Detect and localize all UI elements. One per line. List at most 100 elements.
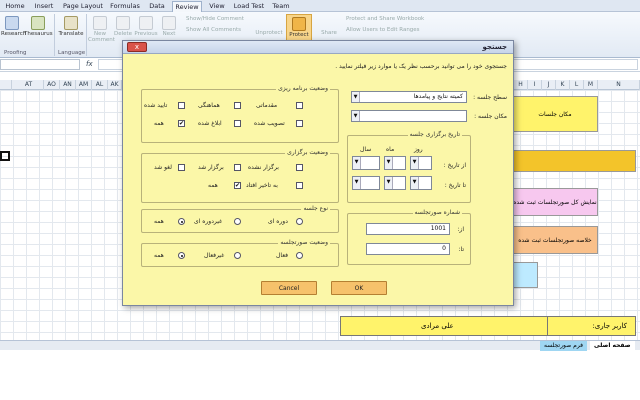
column-header[interactable]: L [570,80,584,90]
holding-checkbox[interactable] [296,182,303,189]
minutes-radio-all[interactable] [178,252,185,259]
planning-checkbox[interactable] [178,102,185,109]
column-header[interactable]: N [598,80,640,90]
column-header[interactable]: K [556,80,570,90]
ok-button[interactable]: OK [331,281,387,295]
new-comment-button[interactable]: New Comment [88,16,115,43]
column-header[interactable]: J [542,80,556,90]
tab-view[interactable]: View [206,1,228,12]
protect-share-workbook[interactable]: Protect and Share Workbook [346,16,424,22]
to-day-select[interactable]: ▼ [410,176,432,190]
chevron-down-icon: ▼ [352,111,360,121]
minutes-radio[interactable] [234,252,241,259]
to-month-select[interactable]: ▼ [384,176,406,190]
previous-button[interactable]: Previous [134,16,158,37]
planning-checkbox[interactable] [234,102,241,109]
number-group-legend: شماره صورتجلسه [412,209,462,216]
show-all-minutes-button[interactable]: نمایش کل صورتجلسات ثبت شده [512,188,598,216]
share-button[interactable]: Share [318,30,340,36]
month-header: ماه [386,146,395,153]
holding-checkbox[interactable] [178,164,185,171]
holding-checkbox-all[interactable]: ✔ [234,182,241,189]
type-label: غیردوره ای [194,218,223,225]
minutes-radio[interactable] [296,252,303,259]
lock-icon [292,17,306,31]
planning-checkbox[interactable] [296,120,303,127]
type-label: دوره ای [268,218,288,225]
type-radio[interactable] [234,218,241,225]
corner-cell[interactable] [0,80,12,90]
sheet-tab-main[interactable]: صفحه اصلی [590,341,635,351]
level-select[interactable]: ▼ کمیته نتایج و پیامدها [351,91,467,103]
cancel-button[interactable]: Cancel [261,281,317,295]
from-number-input[interactable]: 1001 [366,223,450,235]
fx-icon[interactable]: fx [86,60,93,68]
place-label: مکان جلسه : [474,113,507,120]
dialog-titlebar: x جستجو [123,41,513,54]
column-header[interactable]: AN [60,80,76,90]
column-header[interactable]: AL [92,80,108,90]
divider [547,317,548,336]
to-number-input[interactable]: 0 [366,243,450,255]
delete-button[interactable]: Delete [114,16,132,37]
column-header[interactable]: AK [108,80,122,90]
thesaurus-button[interactable]: Thesaurus [24,16,53,37]
research-button[interactable]: Research [1,16,26,37]
chevron-down-icon: ▼ [353,177,361,189]
translate-button[interactable]: Translate [58,16,84,37]
planning-checkbox[interactable] [234,120,241,127]
tab-team[interactable]: Team [270,1,292,12]
show-all-comments[interactable]: Show All Comments [186,27,241,33]
day-header: روز [414,146,423,153]
meeting-places-button[interactable]: مکان جلسات [512,96,598,132]
from-day-select[interactable]: ▼ [410,156,432,170]
column-header[interactable]: AO [44,80,60,90]
sheet-cyan-box [512,262,538,288]
type-radio[interactable] [296,218,303,225]
name-box[interactable] [0,59,80,70]
column-header[interactable]: AT [14,80,44,90]
group-language-label: Language [58,50,86,56]
column-header[interactable]: H [514,80,528,90]
column-header[interactable]: I [528,80,542,90]
tab-home[interactable]: Home [2,1,28,12]
to-year-select[interactable]: ▼ [352,176,380,190]
sheet-tab-minutes-form[interactable]: فرم صورتجلسه [540,341,587,351]
tab-insert[interactable]: Insert [30,1,58,12]
planning-label: ابلاغ شده [198,120,222,127]
column-header[interactable]: AM [76,80,92,90]
minutes-label: غیرفعال [204,252,225,259]
type-label: همه [154,218,164,225]
active-cell[interactable] [0,151,10,161]
holding-checkbox[interactable] [234,164,241,171]
summary-minutes-button[interactable]: خلاصه صورتجلسات ثبت شده [512,226,598,254]
minutes-group: وضعیت صورتجلسه فعال غیرفعال همه [141,239,339,267]
date-group-legend: تاریخ برگزاری جلسه [407,131,462,138]
next-button[interactable]: Next [160,16,178,37]
planning-checkbox[interactable] [296,102,303,109]
tab-formulas[interactable]: Formulas [108,1,142,12]
unprotect-button[interactable]: Unprotect [254,30,284,36]
sheet-tabs-bar: فرم صورتجلسه صفحه اصلی [0,340,640,351]
tab-page-layout[interactable]: Page Layout [62,1,104,12]
close-button[interactable]: x [127,42,147,52]
type-radio-all[interactable] [178,218,185,225]
year-header: سال [360,146,372,153]
holding-label: لغو شد [154,164,172,171]
holding-checkbox[interactable] [296,164,303,171]
type-group: نوع جلسه دوره ای غیردوره ای همه [141,205,339,233]
chevron-down-icon: ▼ [353,157,361,169]
chevron-down-icon: ▼ [385,177,393,189]
planning-checkbox-all[interactable]: ✔ [178,120,185,127]
show-hide-comment[interactable]: Show/Hide Comment [186,16,244,22]
holding-label: برگزار شد [198,164,224,171]
tab-data[interactable]: Data [146,1,168,12]
column-header[interactable]: M [584,80,598,90]
allow-users-edit-ranges[interactable]: Allow Users to Edit Ranges [346,27,420,33]
tab-review[interactable]: Review [172,1,202,12]
from-month-select[interactable]: ▼ [384,156,406,170]
tab-load-test[interactable]: Load Test [232,1,266,12]
holding-label: برگزار نشده [248,164,279,171]
place-select[interactable]: ▼ [351,110,467,122]
from-year-select[interactable]: ▼ [352,156,380,170]
